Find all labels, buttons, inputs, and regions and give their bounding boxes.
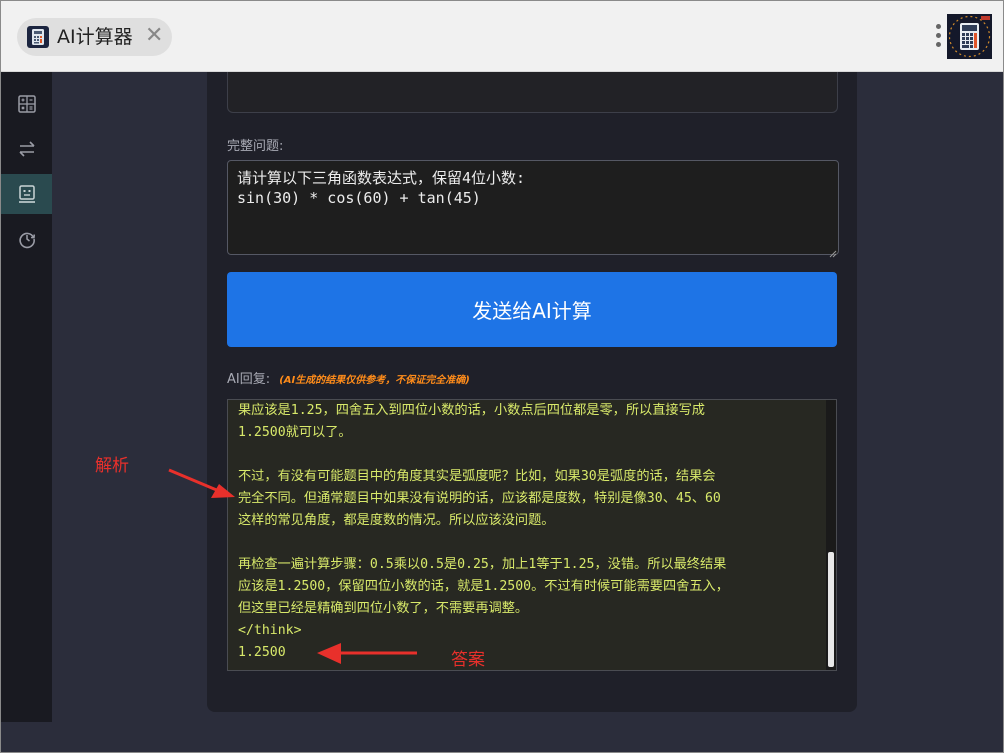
answer-line: 但这里已经是精确到四位小数了，不需要再调整。 [238, 601, 529, 616]
calculator-icon [17, 95, 36, 113]
swap-arrows-icon [18, 141, 35, 157]
sidebar-item-calculator[interactable] [1, 84, 52, 124]
ai-reply-header: AI回复: (AI生成的结果仅供参考，不保证完全准确) [227, 368, 470, 388]
answer-scrollbar[interactable] [826, 400, 836, 670]
answer-line [238, 444, 820, 466]
answer-line: 1.2500就可以了。 [238, 425, 352, 440]
more-menu-icon[interactable] [933, 21, 943, 51]
history-icon [18, 232, 35, 249]
annotation-arrow-answer [317, 643, 417, 664]
answer-line: 果应该是1.25，四舍五入到四位小数的话，小数点后四位都是零，所以直接写成 [238, 403, 705, 418]
answer-line: </think> [238, 623, 302, 638]
answer-line: 不过，有没有可能题目中的角度其实是弧度呢？比如，如果30是弧度的话，结果会 [238, 469, 716, 484]
annotation-answer-label: 答案 [451, 650, 485, 670]
app-tab[interactable]: AI计算器 ✕ [17, 18, 172, 56]
tab-close-icon[interactable]: ✕ [145, 24, 163, 48]
sidebar [1, 72, 52, 722]
annotation-analysis-label: 解析 [95, 456, 129, 476]
answer-line: 完全不同。但通常题目中如果没有说明的话，应该都是度数，特别是像30、45、60 [238, 491, 721, 506]
tab-title: AI计算器 [57, 26, 133, 48]
title-bar: AI计算器 ✕ [1, 1, 1003, 72]
app-window: AI计算器 ✕ 完整问题: 请计算以下三角函数表达式，保留4位小数: sin(3… [0, 0, 1004, 753]
ai-calc-panel: 完整问题: 请计算以下三角函数表达式，保留4位小数: sin(30) * cos… [207, 72, 857, 712]
textarea-resize-grip[interactable] [829, 243, 837, 258]
answer-line: 再检查一遍计算步骤：0.5乘以0.5是0.25，加上1等于1.25，没错。所以最… [238, 557, 727, 572]
answer-line: 这样的常见角度，都是度数的情况。所以应该没问题。 [238, 513, 555, 528]
sidebar-item-history[interactable] [1, 219, 52, 259]
previous-input-field[interactable] [227, 72, 838, 113]
ai-answer-text: 果应该是1.25，四舍五入到四位小数的话，小数点后四位都是零，所以直接写成 1.2… [238, 400, 820, 664]
sidebar-item-ai[interactable] [1, 174, 52, 214]
annotation-arrow-analysis [168, 468, 235, 498]
sidebar-item-convert[interactable] [1, 129, 52, 169]
answer-line [238, 532, 820, 554]
answer-line: 应该是1.2500，保留四位小数的话，就是1.2500。不过有时候可能需要四舍五… [238, 579, 729, 594]
calculator-logo-icon [947, 14, 992, 59]
ai-disclaimer: (AI生成的结果仅供参考，不保证完全准确) [279, 375, 470, 386]
scrollbar-thumb[interactable] [828, 552, 834, 667]
ai-answer-textarea[interactable]: 果应该是1.25，四舍五入到四位小数的话，小数点后四位都是零，所以直接写成 1.2… [227, 399, 837, 671]
ai-reply-label: AI回复: [227, 372, 271, 387]
send-to-ai-button[interactable]: 发送给AI计算 [227, 272, 837, 347]
question-textarea[interactable]: 请计算以下三角函数表达式，保留4位小数: sin(30) * cos(60) +… [227, 160, 839, 255]
robot-icon [18, 185, 35, 203]
calculator-app-icon [27, 26, 49, 48]
question-label: 完整问题: [227, 139, 284, 154]
